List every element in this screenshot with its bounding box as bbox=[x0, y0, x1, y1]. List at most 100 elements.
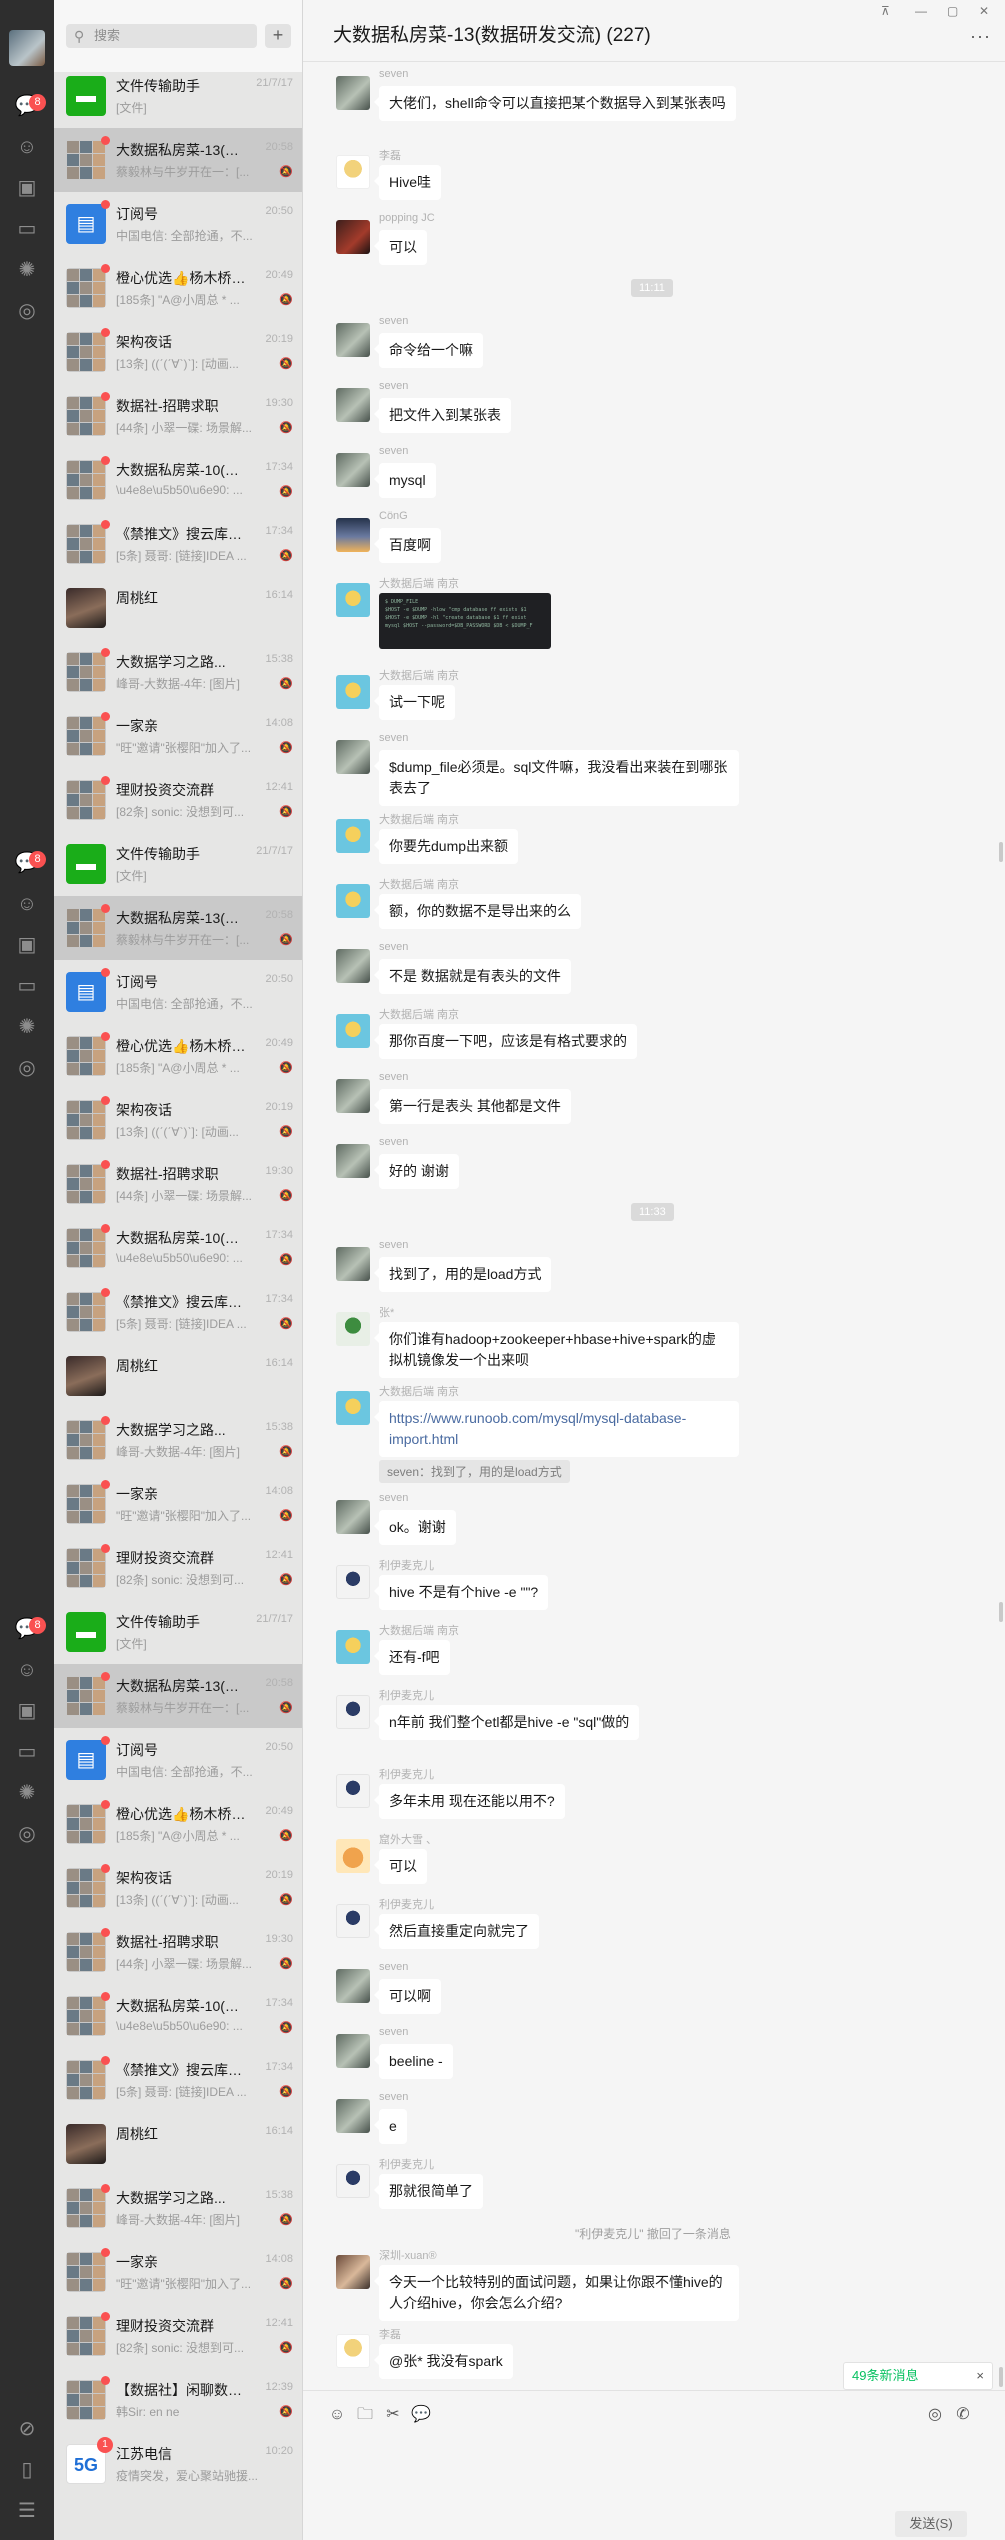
sender-avatar[interactable] bbox=[336, 1969, 370, 2003]
message-input-area[interactable]: ☺ 🗀 ✂ 💬 ◎ ✆ 发送(S) bbox=[303, 2390, 1005, 2540]
sender-avatar[interactable] bbox=[336, 2255, 370, 2289]
session-item[interactable]: 一家亲 14:08 "旺"邀请"张樱阳"加入了... 🔕 bbox=[54, 1472, 302, 1536]
session-item[interactable]: 数据社-招聘求职 19:30 [44条] 小翠一碟: 场景解... 🔕 bbox=[54, 384, 302, 448]
session-item[interactable]: 架构夜话 20:19 [13条] ((ˊ(ˊ∀`)ˋ]: [动画... 🔕 bbox=[54, 1856, 302, 1920]
send-button[interactable]: 发送(S) bbox=[895, 2511, 967, 2537]
quoted-message[interactable]: seven：找到了，用的是load方式 bbox=[379, 1460, 570, 1483]
session-item[interactable]: 一家亲 14:08 "旺"邀请"张樱阳"加入了... 🔕 bbox=[54, 2240, 302, 2304]
moments-icon[interactable]: ✺ bbox=[13, 256, 41, 284]
session-item[interactable]: 大数据私房菜-10(Fli... 17:34 \u4e8e\u5b50\u6e90:… bbox=[54, 1216, 302, 1280]
miniprogram-icon[interactable]: ◎ bbox=[13, 1820, 41, 1848]
session-item[interactable]: 周桃红 16:14 bbox=[54, 576, 302, 640]
session-item[interactable]: ▤ 订阅号 20:50 中国电信: 全部抢通，不... bbox=[54, 960, 302, 1024]
favorites-icon[interactable]: ▣ bbox=[13, 1697, 41, 1725]
sender-avatar[interactable] bbox=[336, 819, 370, 853]
sender-avatar[interactable] bbox=[336, 1565, 370, 1599]
sender-avatar[interactable] bbox=[336, 1144, 370, 1178]
new-messages-notice[interactable]: 49条新消息 × bbox=[843, 2362, 993, 2390]
session-item[interactable]: 架构夜话 20:19 [13条] ((ˊ(ˊ∀`)ˋ]: [动画... 🔕 bbox=[54, 1088, 302, 1152]
minimize-button[interactable]: — bbox=[915, 4, 927, 18]
session-item[interactable]: 大数据私房菜-13(数... 20:58 蔡毅林与牛岁开在一：[... 🔕 bbox=[54, 896, 302, 960]
session-item[interactable]: 大数据私房菜-10(Fli... 17:34 \u4e8e\u5b50\u6e90:… bbox=[54, 1984, 302, 2048]
sender-avatar[interactable] bbox=[336, 2099, 370, 2133]
close-window-button[interactable]: ✕ bbox=[979, 4, 989, 18]
favorites-icon[interactable]: ▣ bbox=[13, 174, 41, 202]
favorites-icon[interactable]: ▣ bbox=[13, 931, 41, 959]
session-item[interactable]: 数据社-招聘求职 19:30 [44条] 小翠一碟: 场景解... 🔕 bbox=[54, 1920, 302, 1984]
moments-icon[interactable]: ✺ bbox=[13, 1779, 41, 1807]
sender-avatar[interactable] bbox=[336, 2164, 370, 2198]
sender-avatar[interactable] bbox=[336, 518, 370, 552]
files-icon[interactable]: ▭ bbox=[13, 215, 41, 243]
sender-avatar[interactable] bbox=[336, 1630, 370, 1664]
sender-avatar[interactable] bbox=[336, 1695, 370, 1729]
session-item[interactable]: 橙心优选👍杨木桥5... 20:49 [185条] "A@小周总 * ... 🔕 bbox=[54, 1024, 302, 1088]
sender-avatar[interactable] bbox=[336, 2034, 370, 2068]
user-avatar[interactable] bbox=[9, 30, 45, 66]
sender-avatar[interactable] bbox=[336, 740, 370, 774]
session-item[interactable]: 大数据私房菜-13(数... 20:58 蔡毅林与牛岁开在一：[... 🔕 bbox=[54, 1664, 302, 1728]
sender-avatar[interactable] bbox=[336, 388, 370, 422]
session-item[interactable]: 5G 1 江苏电信 10:20 疫情突发，爱心聚站驰援... bbox=[54, 2432, 302, 2496]
add-chat-button[interactable]: + bbox=[265, 24, 291, 48]
session-item[interactable]: 《禁推文》搜云库-技... 17:34 [5条] 聂哥: [链接]IDEA ... 🔕 bbox=[54, 2048, 302, 2112]
sender-avatar[interactable] bbox=[336, 453, 370, 487]
session-item[interactable]: 周桃红 16:14 bbox=[54, 2112, 302, 2176]
session-item[interactable]: 大数据私房菜-13(数... 20:58 蔡毅林与牛岁开在一：[... 🔕 bbox=[54, 128, 302, 192]
session-item[interactable]: ▬ 文件传输助手 21/7/17 [文件] bbox=[54, 1600, 302, 1664]
session-item[interactable]: 橙心优选👍杨木桥5... 20:49 [185条] "A@小周总 * ... 🔕 bbox=[54, 1792, 302, 1856]
contacts-icon[interactable]: ☺ bbox=[13, 890, 41, 918]
sender-avatar[interactable] bbox=[336, 1904, 370, 1938]
scrollbar-thumb[interactable] bbox=[999, 2367, 1003, 2387]
folder-icon[interactable]: 🗀 bbox=[355, 2405, 375, 2425]
sender-avatar[interactable] bbox=[336, 76, 370, 110]
sender-avatar[interactable] bbox=[336, 1079, 370, 1113]
sender-avatar[interactable] bbox=[336, 1391, 370, 1425]
miniprogram-icon[interactable]: ◎ bbox=[13, 297, 41, 325]
files-icon[interactable]: ▭ bbox=[13, 1738, 41, 1766]
session-item[interactable]: 理财投资交流群 12:41 [82条] sonic: 没想到可... 🔕 bbox=[54, 768, 302, 832]
session-item[interactable]: 架构夜话 20:19 [13条] ((ˊ(ˊ∀`)ˋ]: [动画... 🔕 bbox=[54, 320, 302, 384]
sender-avatar[interactable] bbox=[336, 675, 370, 709]
sender-avatar[interactable] bbox=[336, 323, 370, 357]
files-icon[interactable]: ▭ bbox=[13, 972, 41, 1000]
session-item[interactable]: 大数据私房菜-10(Fli... 17:34 \u4e8e\u5b50\u6e90:… bbox=[54, 448, 302, 512]
scrollbar-thumb[interactable] bbox=[999, 842, 1003, 862]
message-link[interactable]: https://www.runoob.com/mysql/mysql-datab… bbox=[374, 1401, 739, 1457]
session-item[interactable]: 周桃红 16:14 bbox=[54, 1344, 302, 1408]
session-item[interactable]: 理财投资交流群 12:41 [82条] sonic: 没想到可... 🔕 bbox=[54, 2304, 302, 2368]
sender-avatar[interactable] bbox=[336, 884, 370, 918]
session-item[interactable]: ▤ 订阅号 20:50 中国电信: 全部抢通，不... bbox=[54, 192, 302, 256]
contacts-icon[interactable]: ☺ bbox=[13, 133, 41, 161]
more-options-icon[interactable]: ··· bbox=[970, 26, 991, 47]
sender-avatar[interactable] bbox=[336, 1774, 370, 1808]
session-item[interactable]: 《禁推文》搜云库-技... 17:34 [5条] 聂哥: [链接]IDEA ... 🔕 bbox=[54, 1280, 302, 1344]
miniprogram-icon[interactable]: ◎ bbox=[13, 1054, 41, 1082]
sender-avatar[interactable] bbox=[336, 949, 370, 983]
session-item[interactable]: 大数据学习之路... 15:38 峰哥-大数据-4年: [图片] 🔕 bbox=[54, 1408, 302, 1472]
scrollbar-thumb[interactable] bbox=[999, 1602, 1003, 1622]
session-item[interactable]: 大数据学习之路... 15:38 峰哥-大数据-4年: [图片] 🔕 bbox=[54, 2176, 302, 2240]
mobile-icon[interactable]: ⊘ bbox=[13, 2415, 41, 2443]
sender-avatar[interactable] bbox=[336, 1247, 370, 1281]
session-item[interactable]: ▬ 文件传输助手 21/7/17 [文件] bbox=[54, 64, 302, 128]
sender-avatar[interactable] bbox=[336, 1014, 370, 1048]
close-notice-icon[interactable]: × bbox=[976, 2363, 984, 2389]
sender-avatar[interactable] bbox=[336, 220, 370, 254]
phone-icon[interactable]: ▯ bbox=[13, 2456, 41, 2484]
moments-icon[interactable]: ✺ bbox=[13, 1013, 41, 1041]
contacts-icon[interactable]: ☺ bbox=[13, 1656, 41, 1684]
session-item[interactable]: ▤ 订阅号 20:50 中国电信: 全部抢通，不... bbox=[54, 1728, 302, 1792]
sender-avatar[interactable] bbox=[336, 1839, 370, 1873]
session-item[interactable]: 数据社-招聘求职 19:30 [44条] 小翠一碟: 场景解... 🔕 bbox=[54, 1152, 302, 1216]
session-item[interactable]: 橙心优选👍杨木桥5... 20:49 [185条] "A@小周总 * ... 🔕 bbox=[54, 256, 302, 320]
sender-avatar[interactable] bbox=[336, 1500, 370, 1534]
call-icon[interactable]: ✆ bbox=[953, 2405, 973, 2425]
chat-history-icon[interactable]: 💬 bbox=[411, 2405, 431, 2425]
sender-avatar[interactable] bbox=[336, 2334, 370, 2368]
sender-avatar[interactable] bbox=[336, 1312, 370, 1346]
screenshot-icon[interactable]: ✂ bbox=[383, 2405, 403, 2425]
session-item[interactable]: 【数据社】闲聊数据... 12:39 韩Sir: en ne 🔕 bbox=[54, 2368, 302, 2432]
code-screenshot-image[interactable]: $ DUMP_FILE $HOST -e $DUMP -hlow "cmp da… bbox=[379, 593, 551, 649]
maximize-button[interactable]: ▢ bbox=[947, 4, 958, 18]
